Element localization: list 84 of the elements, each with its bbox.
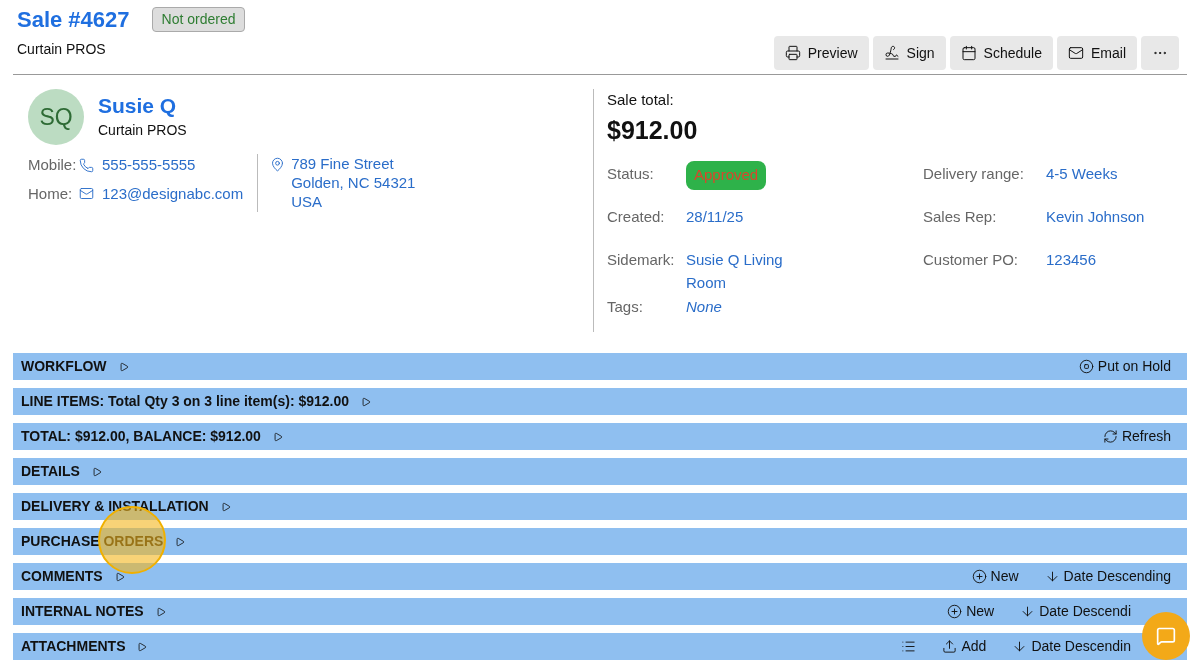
field-label: Customer PO:: [923, 250, 1020, 270]
arrow-down-icon: [1044, 569, 1060, 584]
address-line[interactable]: 789 Fine Street: [291, 154, 416, 173]
section-header[interactable]: TOTAL: $912.00, BALANCE: $912.00 Refresh: [13, 423, 1187, 450]
section-action[interactable]: New: [947, 601, 995, 622]
mail-icon: [1068, 45, 1084, 61]
expand-arrow-icon[interactable]: [91, 466, 102, 477]
contact-link[interactable]: 123@designabc.com: [102, 182, 244, 205]
expand-arrow-icon[interactable]: [272, 431, 283, 442]
expand-arrow-icon[interactable]: [361, 396, 372, 407]
field-value[interactable]: 123456: [1046, 247, 1166, 272]
expand-arrow-icon[interactable]: [114, 571, 125, 582]
section-title: INTERNAL NOTES: [21, 602, 144, 621]
section-action[interactable]: Date Descendin: [1012, 636, 1131, 657]
field-value[interactable]: Kevin Johnson: [1046, 204, 1166, 229]
printer-icon: [784, 45, 801, 61]
section-title: ATTACHMENTS: [21, 637, 126, 656]
signature-icon: [883, 45, 900, 61]
section-title: WORKFLOW: [21, 357, 107, 376]
upload-icon: [942, 639, 958, 654]
sale-total-label: Sale total:: [607, 90, 675, 110]
field-value: None: [686, 297, 722, 317]
toolbar-button[interactable]: Email: [1057, 36, 1137, 70]
field-label: Status:: [607, 164, 655, 184]
expand-arrow-icon[interactable]: [118, 361, 129, 372]
sale-title: Sale #4627: [17, 6, 130, 34]
expand-arrow-icon[interactable]: [220, 501, 231, 512]
mail-icon: [79, 186, 94, 202]
section-title: COMMENTS: [21, 567, 103, 586]
arrow-down-icon: [1012, 639, 1028, 654]
sale-total: $912.00: [607, 114, 699, 146]
section-header[interactable]: LINE ITEMS: Total Qty 3 on 3 line item(s): $912.00: [13, 388, 1187, 415]
phone-icon: [79, 157, 94, 173]
order-status-badge: Not ordered: [151, 7, 246, 32]
toolbar-button[interactable]: Schedule: [949, 36, 1053, 70]
expand-arrow-icon[interactable]: [137, 641, 148, 652]
customer-company: Curtain PROS: [98, 120, 187, 140]
section-header[interactable]: COMMENTS New Date Descending: [13, 563, 1187, 590]
section-action[interactable]: Put on Hold: [1078, 356, 1171, 377]
field-label: Delivery range:: [923, 164, 1025, 184]
section-title: DETAILS: [21, 462, 80, 481]
field-label: Tags:: [607, 297, 644, 317]
section-header[interactable]: DELIVERY & INSTALLATION: [13, 493, 1187, 520]
section-action[interactable]: Date Descendi: [1020, 601, 1131, 622]
field-label: Sidemark:: [607, 250, 676, 270]
toolbar-button[interactable]: Preview: [773, 36, 869, 70]
section-action[interactable]: Date Descending: [1044, 566, 1171, 587]
address-line[interactable]: USA: [291, 192, 416, 211]
chat-icon: [1156, 626, 1176, 646]
calendar-icon: [960, 45, 977, 61]
stop-circle-icon: [1078, 359, 1094, 374]
contact-label: Home:: [28, 183, 74, 204]
section-title: TOTAL: $912.00, BALANCE: $912.00: [21, 427, 261, 446]
list-view-button[interactable]: [901, 639, 917, 654]
section-header[interactable]: ATTACHMENTS Add Date Descendin: [13, 633, 1187, 660]
plus-circle-icon: [947, 604, 963, 619]
expand-arrow-icon[interactable]: [175, 536, 186, 547]
location-pin-icon: [270, 157, 286, 172]
field-value[interactable]: 28/11/25: [686, 204, 806, 229]
section-title: DELIVERY & INSTALLATION: [21, 497, 209, 516]
customer-name[interactable]: Susie Q: [98, 93, 187, 120]
section-title: LINE ITEMS: Total Qty 3 on 3 line item(s): $912.00: [21, 392, 350, 411]
avatar: SQ: [28, 89, 84, 145]
section-action[interactable]: New: [971, 566, 1019, 587]
section-header[interactable]: DETAILS: [13, 458, 1187, 485]
field-label: Sales Rep:: [923, 207, 998, 227]
section-action[interactable]: Refresh: [1102, 426, 1171, 447]
section-action[interactable]: Add: [942, 636, 987, 657]
company-name: Curtain PROS: [16, 40, 106, 59]
toolbar-button[interactable]: Sign: [872, 36, 946, 70]
section-header[interactable]: WORKFLOW Put on Hold: [13, 353, 1187, 380]
expand-arrow-icon[interactable]: [155, 606, 166, 617]
field-label: Created:: [607, 207, 666, 227]
field-value[interactable]: 4-5 Weeks: [1046, 161, 1166, 186]
field-value[interactable]: Susie Q Living Room: [686, 247, 806, 294]
refresh-icon: [1102, 429, 1118, 444]
arrow-down-icon: [1020, 604, 1036, 619]
status-badge: Approved: [686, 161, 767, 190]
list-icon: [901, 639, 917, 654]
contact-link[interactable]: 555-555-5555: [102, 154, 196, 177]
address-line[interactable]: Golden, NC 54321: [291, 173, 416, 192]
section-header[interactable]: INTERNAL NOTES New Date Descendi: [13, 598, 1187, 625]
plus-circle-icon: [971, 569, 987, 584]
contact-label: Mobile:: [28, 155, 78, 175]
